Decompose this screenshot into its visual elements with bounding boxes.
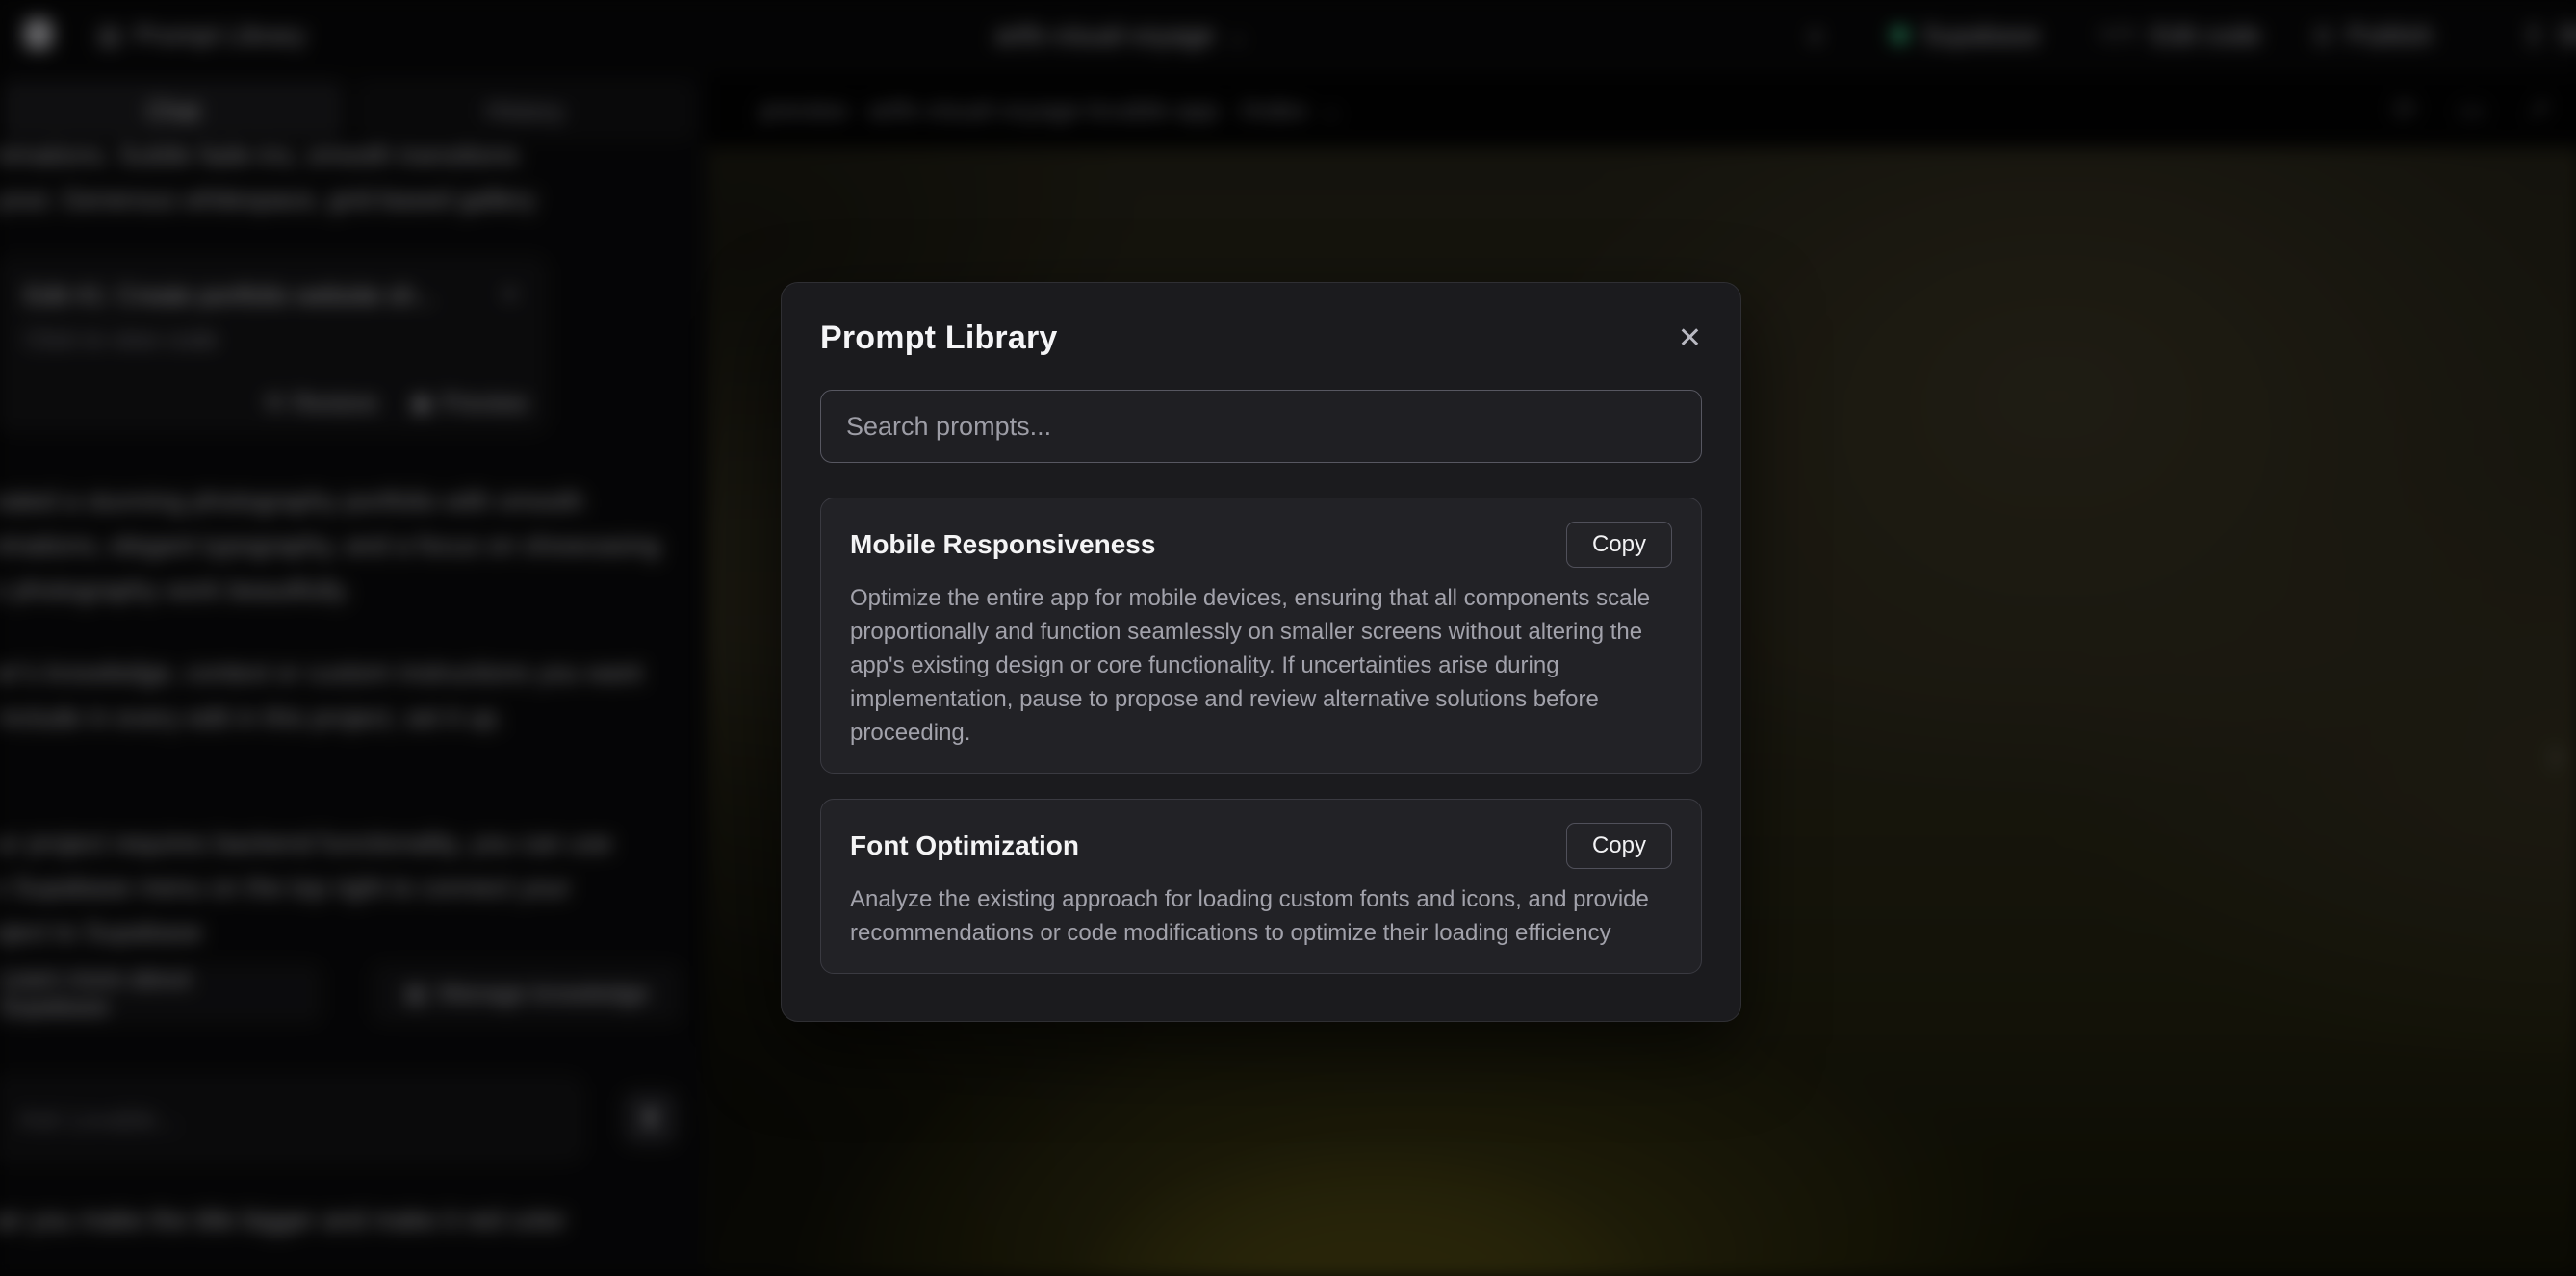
search-input[interactable] bbox=[820, 390, 1702, 463]
prompt-library-modal: Prompt Library ✕ Mobile Responsiveness C… bbox=[781, 282, 1741, 1022]
prompt-title: Font Optimization bbox=[850, 830, 1079, 861]
prompt-description: Analyze the existing approach for loadin… bbox=[850, 882, 1672, 950]
modal-title: Prompt Library bbox=[820, 319, 1058, 357]
prompt-title: Mobile Responsiveness bbox=[850, 529, 1155, 560]
prompt-card-font-optimization[interactable]: Font Optimization Copy Analyze the exist… bbox=[820, 799, 1702, 974]
copy-button[interactable]: Copy bbox=[1566, 522, 1672, 568]
prompt-card-mobile-responsiveness[interactable]: Mobile Responsiveness Copy Optimize the … bbox=[820, 498, 1702, 774]
prompt-description: Optimize the entire app for mobile devic… bbox=[850, 581, 1672, 750]
app-screen: ▤ Prompt Library artfx-visual-voyage ⌄ ◐… bbox=[0, 0, 2576, 1276]
copy-button[interactable]: Copy bbox=[1566, 823, 1672, 869]
prompt-list: Mobile Responsiveness Copy Optimize the … bbox=[820, 498, 1702, 983]
close-icon[interactable]: ✕ bbox=[1678, 324, 1702, 353]
